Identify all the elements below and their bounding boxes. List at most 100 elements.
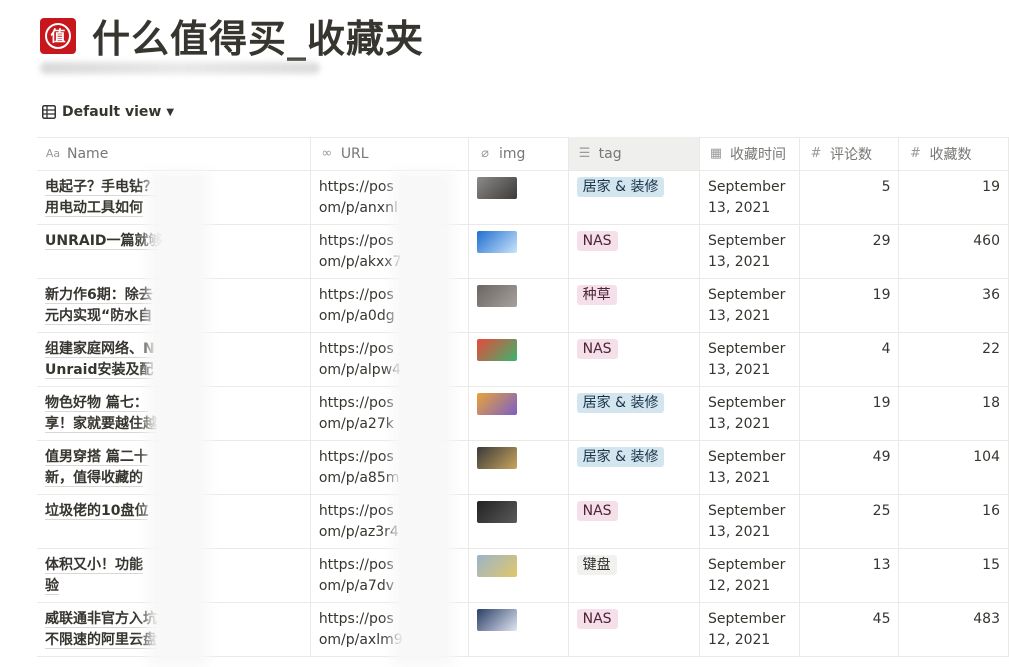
comments-cell[interactable]: 49 [799,440,900,495]
row-name[interactable]: UNRAID一篇就够 [45,233,163,250]
thumbnail-image[interactable] [476,447,517,469]
thumbnail-image[interactable] [476,393,517,415]
column-header-comments[interactable]: # 评论数 [799,137,900,171]
img-cell[interactable] [468,278,569,333]
img-cell[interactable] [468,170,569,225]
favs-cell[interactable]: 16 [898,494,1009,549]
comments-cell[interactable]: 5 [799,170,900,225]
comments-cell[interactable]: 13 [799,548,900,603]
thumbnail-image[interactable] [476,285,517,307]
date-day-year: 13, 2021 [708,362,771,378]
tag-badge: NAS [576,609,618,629]
tag-badge: 键盘 [576,555,617,575]
favs-cell[interactable]: 483 [898,602,1009,657]
date-cell[interactable]: September 13, 2021 [699,332,800,387]
fav-count: 18 [982,395,1000,411]
row-name[interactable]: 体积又小！功能验 [45,557,143,595]
row-name[interactable]: 组建家庭网络、N Unraid安装及配 [45,341,155,379]
row-url-link[interactable]: https://pos om/p/alpw4 [319,341,401,378]
thumbnail-image[interactable] [476,177,517,199]
date-day-year: 12, 2021 [708,632,771,648]
thumbnail-image[interactable] [476,339,517,361]
comments-cell[interactable]: 4 [799,332,900,387]
row-name[interactable]: 电起子？手电钻？ 用电动工具如何 [45,179,157,217]
favs-cell[interactable]: 19 [898,170,1009,225]
row-url-link[interactable]: https://pos om/p/anxnl [319,179,398,216]
date-month: September [708,557,786,573]
thumbnail-image[interactable] [476,609,517,631]
row-name[interactable]: 物色好物 篇七： 享！家就要越住越 [45,395,157,433]
date-cell[interactable]: September 13, 2021 [699,494,800,549]
comments-cell[interactable]: 25 [799,494,900,549]
favs-cell[interactable]: 15 [898,548,1009,603]
date-cell[interactable]: September 13, 2021 [699,224,800,279]
row-name[interactable]: 新力作6期：除去 元内实现“防水自 [45,287,153,325]
date-cell[interactable]: September 13, 2021 [699,170,800,225]
tag-cell[interactable]: NAS [568,332,701,387]
img-cell[interactable] [468,440,569,495]
date-cell[interactable]: September 13, 2021 [699,440,800,495]
default-view-button[interactable]: Default view ▼ [42,104,174,120]
row-url-link[interactable]: https://pos om/p/a27k [319,395,394,432]
comment-count: 5 [881,179,891,195]
text-type-icon: Aa [45,147,61,160]
row-url-link[interactable]: https://pos om/p/axlm9 [319,611,403,648]
date-cell[interactable]: September 13, 2021 [699,386,800,441]
tag-cell[interactable]: 居家 & 装修 [568,170,701,225]
comments-cell[interactable]: 19 [799,386,900,441]
column-header-time[interactable]: ▦ 收藏时间 [699,137,800,171]
column-header-url[interactable]: ∞ URL [310,137,469,171]
column-header-img[interactable]: ⌀ img [468,137,569,171]
favs-cell[interactable]: 18 [898,386,1009,441]
img-cell[interactable] [468,548,569,603]
favs-cell[interactable]: 36 [898,278,1009,333]
fav-count: 36 [982,287,1000,303]
row-name[interactable]: 值男穿搭 篇二十 新，值得收藏的 [45,449,148,487]
tag-cell[interactable]: 居家 & 装修 [568,440,701,495]
column-header-name[interactable]: Aa Name [37,137,311,171]
img-cell[interactable] [468,602,569,657]
column-header-tag[interactable]: ☰ tag [568,137,701,171]
favs-cell[interactable]: 104 [898,440,1009,495]
fav-count: 22 [982,341,1000,357]
smzdm-logo-icon: 值 [40,17,76,54]
tag-cell[interactable]: 种草 [568,278,701,333]
img-cell[interactable] [468,386,569,441]
row-name[interactable]: 垃圾佬的10盘位 [45,503,149,520]
date-month: September [708,449,786,465]
favs-cell[interactable]: 460 [898,224,1009,279]
logo-char: 值 [45,22,71,49]
list-icon: ☰ [578,146,591,161]
date-month: September [708,179,786,195]
row-url-link[interactable]: https://pos om/p/akxx7 [319,233,402,270]
date-cell[interactable]: September 12, 2021 [699,602,800,657]
thumbnail-image[interactable] [476,501,517,523]
row-url-link[interactable]: https://pos om/p/az3r4 [319,503,399,540]
img-cell[interactable] [468,494,569,549]
row-url-link[interactable]: https://pos om/p/a7dv [319,557,394,594]
row-url-link[interactable]: https://pos om/p/a0dg [319,287,395,324]
redaction-blur-url [392,170,454,667]
date-cell[interactable]: September 12, 2021 [699,548,800,603]
row-url-link[interactable]: https://pos om/p/a85m [319,449,400,486]
thumbnail-image[interactable] [476,231,517,253]
tag-cell[interactable]: 居家 & 装修 [568,386,701,441]
favs-cell[interactable]: 22 [898,332,1009,387]
fav-count: 483 [973,611,1000,627]
row-name[interactable]: 威联通非官方入坑 不限速的阿里云盘 [45,611,157,649]
img-cell[interactable] [468,332,569,387]
comments-cell[interactable]: 45 [799,602,900,657]
tag-cell[interactable]: 键盘 [568,548,701,603]
img-cell[interactable] [468,224,569,279]
column-header-favs[interactable]: # 收藏数 [898,137,1009,171]
tag-cell[interactable]: NAS [568,224,701,279]
thumbnail-image[interactable] [476,555,517,577]
table-icon [42,105,56,119]
date-cell[interactable]: September 13, 2021 [699,278,800,333]
comment-count: 45 [872,611,891,627]
date-day-year: 13, 2021 [708,416,771,432]
tag-cell[interactable]: NAS [568,602,701,657]
comments-cell[interactable]: 29 [799,224,900,279]
tag-cell[interactable]: NAS [568,494,701,549]
comments-cell[interactable]: 19 [799,278,900,333]
